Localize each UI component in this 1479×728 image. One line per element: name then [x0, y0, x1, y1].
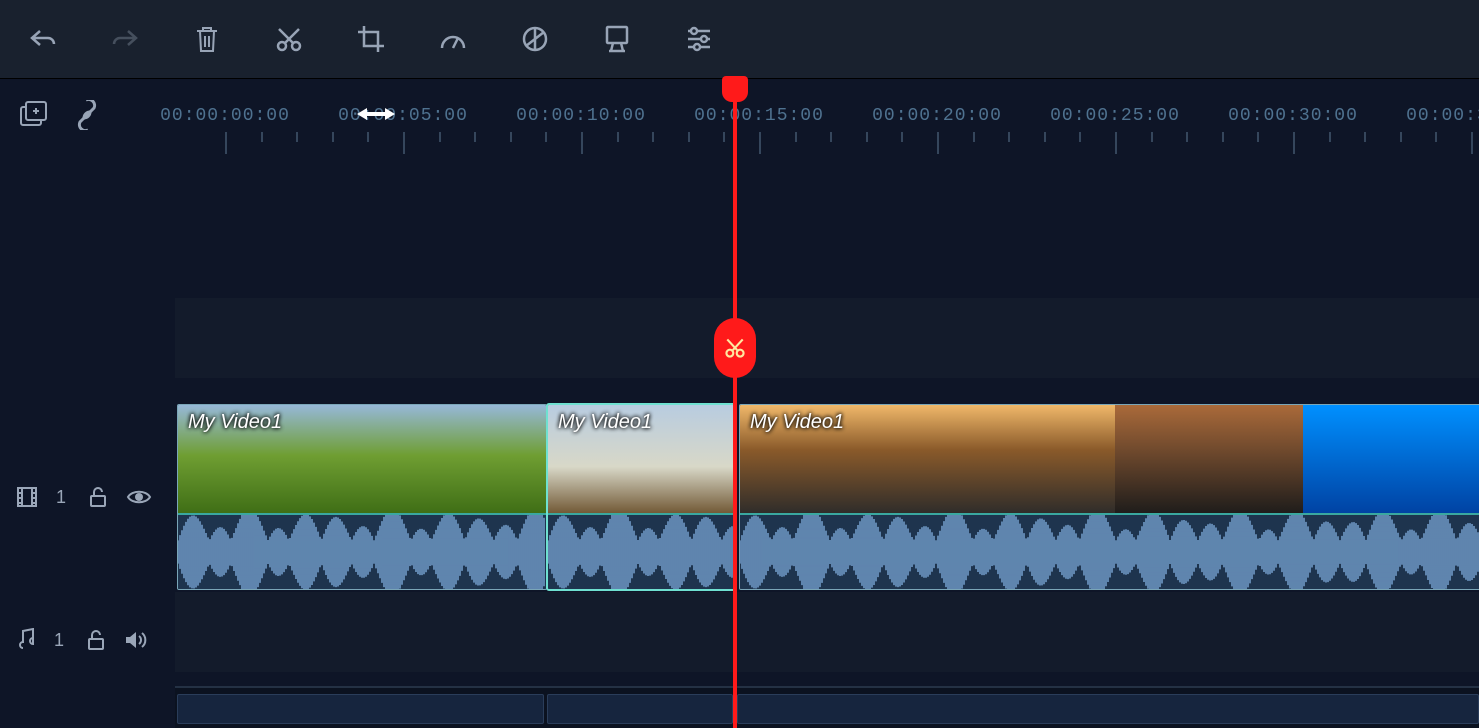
- track-lanes: My Video1 My Video1 My Video1: [175, 158, 1479, 728]
- add-marker-button[interactable]: [18, 100, 50, 130]
- ruler-tick-label: 00:00:25:00: [1050, 106, 1180, 126]
- video-track-index: 1: [56, 487, 66, 508]
- timeline-ruler[interactable]: 00:00:00:0000:00:05:0000:00:10:0000:00:1…: [175, 78, 1479, 158]
- video-lane[interactable]: My Video1 My Video1 My Video1: [175, 402, 1479, 592]
- clip-waveform: [548, 513, 734, 589]
- video-clip[interactable]: My Video1: [177, 404, 547, 590]
- green-screen-button[interactable]: [602, 24, 632, 54]
- clip-label: My Video1: [750, 411, 844, 434]
- ruler-zoom-handle[interactable]: [357, 106, 395, 122]
- ruler-tick-label: 00:00:30:00: [1228, 106, 1358, 126]
- redo-button[interactable]: [110, 24, 140, 54]
- ruler-tick-label: 00:00:35:00: [1406, 106, 1479, 126]
- ruler-tick-label: 00:00:00:00: [160, 106, 290, 126]
- link-button[interactable]: [72, 100, 102, 130]
- crop-button[interactable]: [356, 24, 386, 54]
- ruler-tick-label: 00:00:20:00: [872, 106, 1002, 126]
- audio-lane[interactable]: [175, 592, 1479, 672]
- color-tuning-button[interactable]: [520, 24, 550, 54]
- audio-lock-button[interactable]: [86, 629, 106, 651]
- clip-waveform: [178, 513, 546, 589]
- clip-label: My Video1: [188, 411, 282, 434]
- ruler-tick-label: 00:00:15:00: [694, 106, 824, 126]
- playhead[interactable]: [733, 78, 737, 728]
- tracks-area: 1 1 My Video1 My Video1 My Video1: [0, 158, 1479, 728]
- audio-mute-button[interactable]: [124, 630, 148, 650]
- clip-label: My Video1: [558, 411, 652, 434]
- audio-track-index: 1: [54, 630, 64, 651]
- ruler-tick-label: 00:00:10:00: [516, 106, 646, 126]
- film-icon: [16, 486, 38, 508]
- video-lock-button[interactable]: [88, 486, 108, 508]
- adjust-button[interactable]: [684, 24, 714, 54]
- clip-waveform: [740, 513, 1479, 589]
- bottom-strip: [175, 686, 1479, 728]
- speed-button[interactable]: [438, 24, 468, 54]
- track-gutter: 1 1: [0, 158, 175, 728]
- video-visibility-button[interactable]: [126, 488, 152, 506]
- audio-track-header: 1: [0, 628, 191, 652]
- lane-spacer: [175, 158, 1479, 298]
- playhead-handle[interactable]: [722, 76, 748, 102]
- edit-toolbar: [0, 0, 1479, 79]
- quick-split-button[interactable]: [714, 318, 756, 378]
- video-track-header: 1: [0, 486, 191, 508]
- overlay-lane[interactable]: [175, 298, 1479, 378]
- music-icon: [16, 628, 36, 652]
- undo-button[interactable]: [28, 24, 58, 54]
- split-button[interactable]: [274, 24, 304, 54]
- delete-button[interactable]: [192, 24, 222, 54]
- video-clip[interactable]: My Video1: [547, 404, 735, 590]
- video-clip[interactable]: My Video1: [739, 404, 1479, 590]
